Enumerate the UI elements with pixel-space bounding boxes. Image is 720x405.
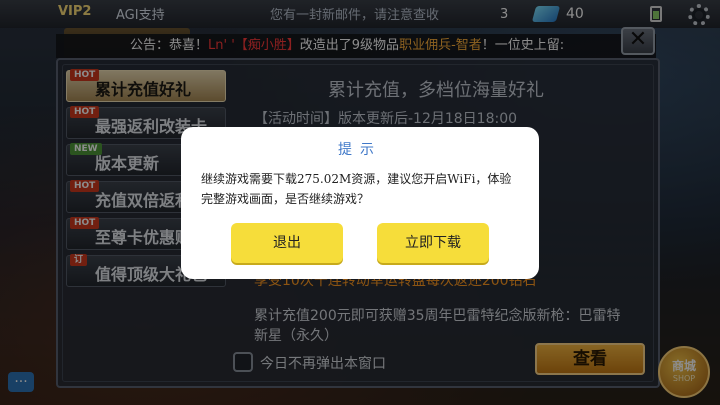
dialog-message: 继续游戏需要下载275.02M资源，建议您开启WiFi，体验完整游戏画面，是否继… <box>201 172 512 206</box>
download-now-button[interactable]: 立即下载 <box>377 223 489 263</box>
dialog-title: 提示 <box>338 142 382 158</box>
download-prompt-dialog: 提示 继续游戏需要下载275.02M资源，建议您开启WiFi，体验完整游戏画面，… <box>181 127 539 279</box>
exit-button[interactable]: 退出 <box>231 223 343 263</box>
